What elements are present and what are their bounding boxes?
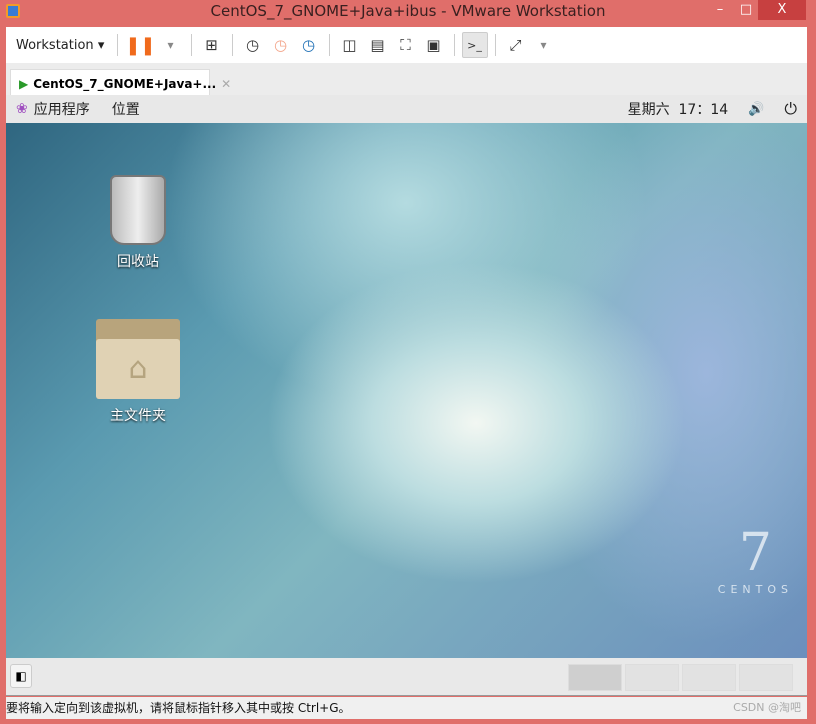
status-bar: 要将输入定向到该虚拟机，请将鼠标指针移入其中或按 Ctrl+G。 CSDN @淘…: [6, 697, 807, 719]
thumbnail-bar-icon[interactable]: ▤: [365, 32, 391, 58]
home-folder-icon: ⌂: [96, 319, 180, 401]
workstation-label: Workstation: [16, 37, 94, 53]
window-list-icon[interactable]: ◧: [10, 664, 32, 688]
desktop-icon-trash[interactable]: 回收站: [88, 175, 188, 271]
icon-label: 主文件夹: [110, 408, 166, 424]
icon-label: 回收站: [117, 254, 159, 270]
fullscreen-icon[interactable]: ⛶: [393, 32, 419, 58]
library-view-icon[interactable]: ◫: [337, 32, 363, 58]
send-ctrl-alt-del-icon[interactable]: ⊞: [199, 32, 225, 58]
divider: [494, 34, 496, 56]
tab-close-icon[interactable]: ✕: [221, 77, 231, 91]
status-message: 要将输入定向到该虚拟机，请将鼠标指针移入其中或按 Ctrl+G。: [6, 701, 351, 715]
power-dropdown[interactable]: ▾: [158, 32, 184, 58]
workstation-menu[interactable]: Workstation ▾: [16, 32, 110, 58]
workspace-4[interactable]: [739, 664, 793, 691]
tab-bar: ▶ CentOS_7_GNOME+Java+... ✕: [6, 63, 807, 97]
workspace-1[interactable]: [568, 664, 622, 691]
stretch-dropdown[interactable]: ▾: [531, 32, 557, 58]
toolbar: Workstation ▾ ❚❚ ▾ ⊞ ◷ ◷ ◷ ◫ ▤ ⛶ ▣ >_ ⤢ …: [6, 27, 807, 63]
console-view-icon[interactable]: >_: [461, 32, 488, 58]
tab-label: CentOS_7_GNOME+Java+...: [33, 76, 217, 91]
tab-vm[interactable]: ▶ CentOS_7_GNOME+Java+... ✕: [10, 69, 231, 97]
stretch-guest-icon[interactable]: ⤢: [503, 32, 529, 58]
clock[interactable]: 星期六 17：14: [628, 99, 729, 119]
minimize-button[interactable]: –: [708, 0, 732, 20]
window-title: CentOS_7_GNOME+Java+ibus - VMware Workst…: [210, 2, 606, 20]
places-menu[interactable]: 位置: [112, 99, 140, 119]
unity-mode-icon[interactable]: ▣: [421, 32, 447, 58]
gnome-bottom-bar: ◧: [6, 658, 807, 696]
workspace-2[interactable]: [625, 664, 679, 691]
chevron-down-icon: ▾: [97, 37, 105, 53]
watermark: CSDN @淘吧: [733, 701, 801, 714]
close-button[interactable]: X: [758, 0, 806, 20]
gnome-foot-icon: ❀: [16, 101, 28, 117]
applications-menu[interactable]: 应用程序: [34, 99, 90, 119]
divider: [190, 34, 192, 56]
snapshot-take-icon[interactable]: ◷: [240, 32, 266, 58]
centos-logo: 7 CENTOS: [717, 523, 793, 596]
vm-running-icon: ▶: [19, 76, 29, 91]
maximize-button[interactable]: □: [734, 0, 758, 20]
snapshot-manager-icon[interactable]: ◷: [296, 32, 322, 58]
divider: [453, 34, 455, 56]
divider: [231, 34, 233, 56]
trash-icon: [110, 175, 166, 245]
pause-icon: ❚❚: [125, 34, 156, 56]
gnome-top-bar: ❀ 应用程序 位置 星期六 17：14 🔊 ⏻: [6, 95, 807, 123]
volume-icon[interactable]: 🔊: [748, 102, 764, 117]
divider: [117, 34, 119, 56]
divider: [328, 34, 330, 56]
title-bar: CentOS_7_GNOME+Java+ibus - VMware Workst…: [0, 0, 816, 26]
workspace-3[interactable]: [682, 664, 736, 691]
pause-button[interactable]: ❚❚: [125, 32, 155, 58]
desktop-icon-home[interactable]: ⌂ 主文件夹: [88, 319, 188, 425]
snapshot-revert-icon[interactable]: ◷: [268, 32, 294, 58]
power-icon[interactable]: ⏻: [784, 99, 797, 119]
desktop[interactable]: 回收站 ⌂ 主文件夹 7 CENTOS: [6, 123, 807, 658]
